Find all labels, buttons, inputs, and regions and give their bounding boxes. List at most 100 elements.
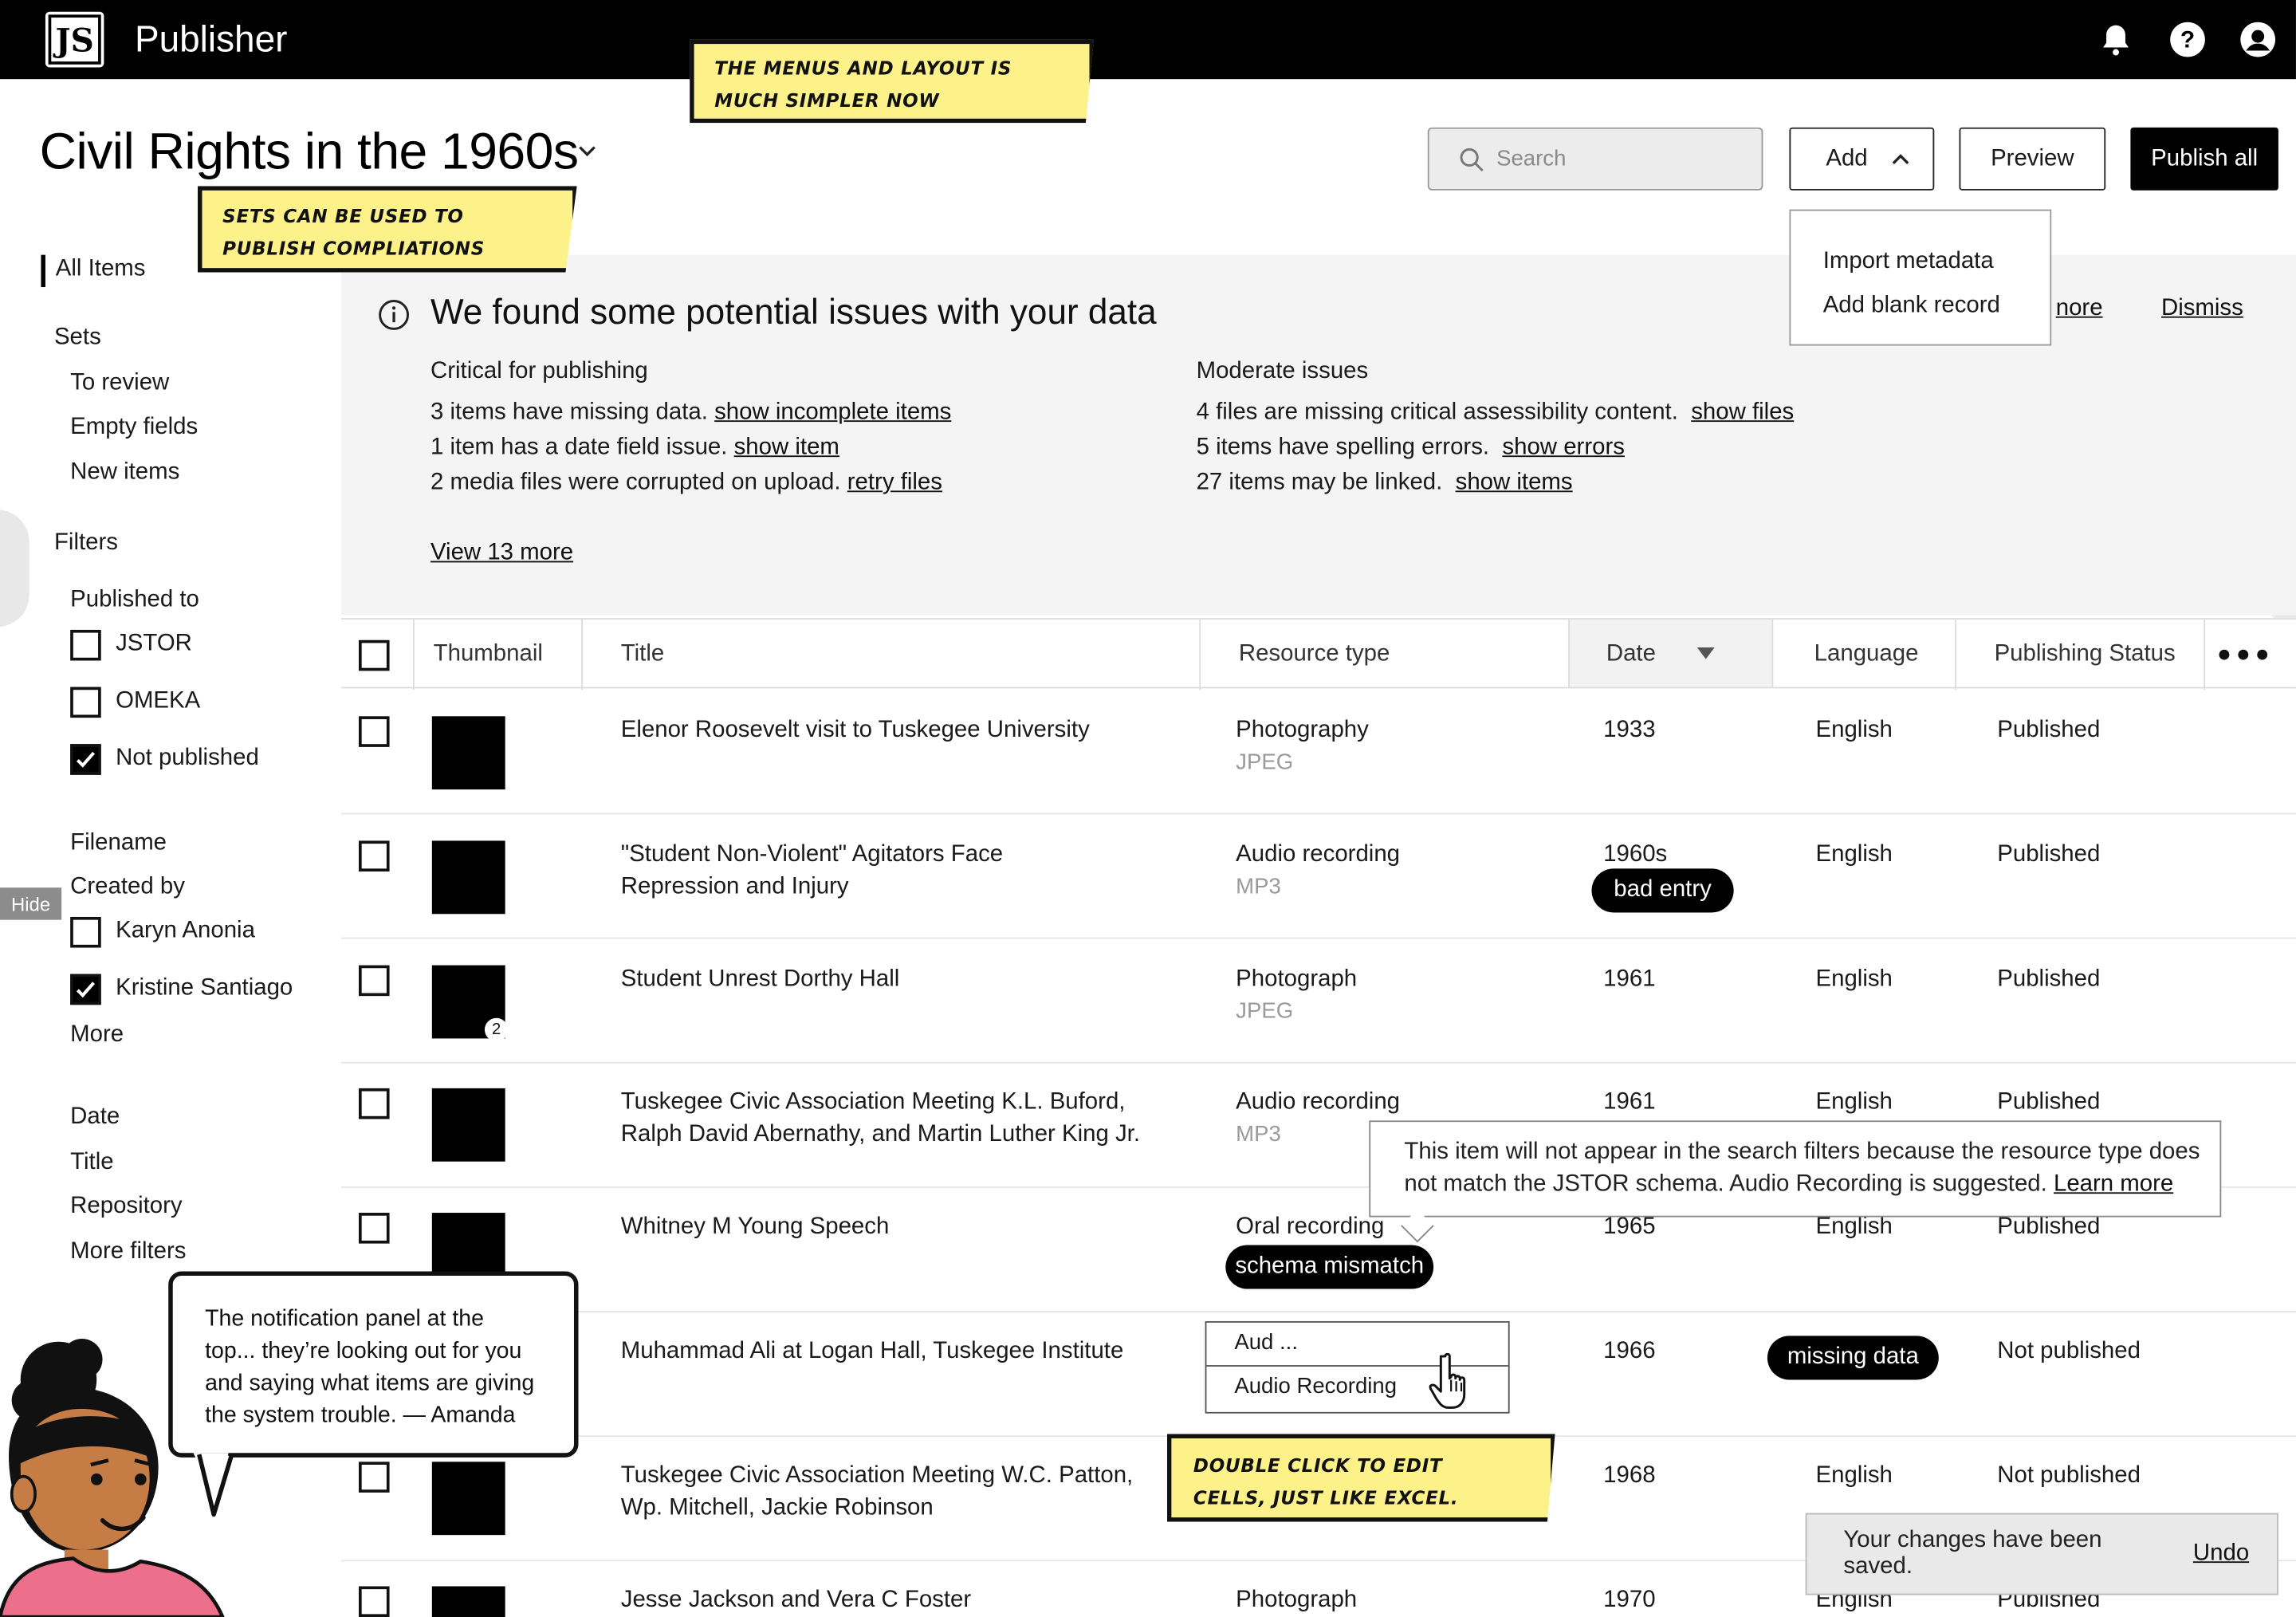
show-item-link[interactable]: show item [734, 435, 839, 460]
row-date[interactable]: 1966 [1603, 1336, 1655, 1367]
row-resource-type[interactable]: Photograph [1236, 964, 1357, 996]
undo-link[interactable]: Undo [2193, 1541, 2249, 1568]
row-checkbox[interactable] [358, 1088, 390, 1119]
column-title[interactable]: Title [621, 620, 664, 690]
left-edge-handle[interactable] [0, 509, 29, 628]
row-title[interactable]: Tuskegee Civic Association Meeting K.L. … [621, 1087, 1126, 1119]
column-date[interactable]: Date [1606, 620, 1656, 690]
select-all-checkbox[interactable] [358, 639, 390, 671]
show-items-link[interactable]: show items [1456, 470, 1573, 495]
account-icon[interactable] [2239, 21, 2277, 59]
not-published-checkbox[interactable] [70, 744, 101, 775]
row-status[interactable]: Not published [1997, 1460, 2141, 1492]
column-resource-type[interactable]: Resource type [1239, 620, 1390, 690]
preview-button[interactable]: Preview [1959, 127, 2106, 191]
retry-files-link[interactable]: retry files [847, 470, 942, 495]
hide-sidebar-button[interactable]: Hide [0, 887, 62, 920]
row-date[interactable]: 1970 [1603, 1585, 1655, 1617]
row-language[interactable]: English [1816, 1087, 1893, 1119]
row-status[interactable]: Published [1997, 964, 2100, 996]
sidebar-item-all-items[interactable]: All Items [41, 254, 145, 288]
row-status[interactable]: Not published [1997, 1336, 2141, 1367]
page-title[interactable]: Civil Rights in the 1960s [40, 120, 579, 185]
karyn-checkbox[interactable] [70, 916, 101, 948]
row-checkbox[interactable] [358, 840, 390, 872]
sort-down-icon[interactable] [1696, 647, 1715, 661]
row-resource-type[interactable]: Photograph [1236, 1585, 1357, 1617]
set-empty-fields[interactable]: Empty fields [70, 415, 198, 441]
row-resource-type[interactable]: Audio recording [1236, 1087, 1400, 1119]
bell-icon[interactable] [2097, 21, 2135, 59]
missing-data-badge[interactable]: missing data [1767, 1336, 1939, 1380]
column-thumbnail[interactable]: Thumbnail [434, 620, 543, 690]
row-checkbox[interactable] [358, 1586, 390, 1617]
search-input[interactable]: Search [1427, 127, 1763, 191]
row-date[interactable]: 1968 [1603, 1460, 1655, 1492]
table-row[interactable]: "Student Non-Violent" Agitators Face Rep… [340, 814, 2296, 939]
row-language[interactable]: English [1816, 1460, 1893, 1492]
row-checkbox[interactable] [358, 965, 390, 997]
row-title-line2[interactable]: Ralph David Abernathy, and Martin Luther… [621, 1119, 1140, 1151]
show-incomplete-items-link[interactable]: show incomplete items [714, 400, 951, 425]
row-title[interactable]: Student Unrest Dorthy Hall [621, 964, 900, 996]
row-title[interactable]: Tuskegee Civic Association Meeting W.C. … [621, 1460, 1133, 1492]
table-row[interactable]: Elenor Roosevelt visit to Tuskegee Unive… [340, 690, 2296, 815]
more-creators-link[interactable]: More [70, 1022, 124, 1048]
omeka-checkbox[interactable] [70, 687, 101, 718]
view-more-link[interactable]: View 13 more [431, 536, 573, 571]
row-resource-type[interactable]: Oral recording [1236, 1211, 1384, 1243]
logo[interactable]: JS [45, 11, 104, 68]
thumbnail[interactable] [431, 716, 505, 790]
row-language[interactable]: English [1816, 964, 1893, 996]
menu-item-import-metadata[interactable]: Import metadata [1823, 240, 2050, 284]
row-title-line2[interactable]: Wp. Mitchell, Jackie Robinson [621, 1493, 934, 1525]
row-date[interactable]: 1961 [1603, 1087, 1655, 1119]
filename-filter[interactable]: Filename [70, 831, 167, 857]
help-icon[interactable]: ? [2168, 21, 2207, 59]
thumbnail[interactable] [431, 1088, 505, 1162]
date-filter[interactable]: Date [70, 1104, 120, 1131]
row-title[interactable]: Whitney M Young Speech [621, 1211, 890, 1243]
set-new-items[interactable]: New items [70, 460, 179, 486]
show-files-link[interactable]: show files [1691, 400, 1794, 425]
row-title-line2[interactable]: Repression and Injury [621, 871, 849, 903]
more-filters-link[interactable]: More filters [70, 1239, 186, 1265]
row-date[interactable]: 1933 [1603, 714, 1655, 746]
row-status[interactable]: Published [1997, 714, 2100, 746]
title-filter[interactable]: Title [70, 1150, 113, 1176]
row-title[interactable]: "Student Non-Violent" Agitators Face [621, 840, 1003, 871]
show-errors-link[interactable]: show errors [1502, 435, 1625, 460]
row-date[interactable]: 1960s [1603, 840, 1667, 871]
dismiss-link[interactable]: Dismiss [2161, 292, 2243, 327]
publish-all-button[interactable]: Publish all [2130, 127, 2278, 191]
row-checkbox[interactable] [358, 716, 390, 747]
row-title[interactable]: Jesse Jackson and Vera C Foster [621, 1585, 971, 1617]
column-publishing-status[interactable]: Publishing Status [1995, 620, 2176, 690]
row-status[interactable]: Published [1997, 1087, 2100, 1119]
row-checkbox[interactable] [358, 1213, 390, 1244]
see-more-link[interactable]: nore [2056, 292, 2103, 327]
schema-mismatch-badge[interactable]: schema mismatch [1225, 1245, 1434, 1289]
thumbnail[interactable] [431, 840, 505, 915]
more-options-icon[interactable] [2217, 647, 2270, 662]
repository-filter[interactable]: Repository [70, 1194, 182, 1220]
jstor-checkbox[interactable] [70, 629, 101, 661]
learn-more-link[interactable]: Learn more [2054, 1172, 2173, 1197]
add-button[interactable]: Add [1789, 127, 1935, 191]
row-resource-type[interactable]: Photography [1236, 714, 1369, 746]
menu-item-add-blank-record[interactable]: Add blank record [1823, 284, 2050, 328]
row-checkbox[interactable] [358, 1462, 390, 1493]
column-language[interactable]: Language [1814, 620, 1919, 690]
thumbnail[interactable] [431, 1462, 505, 1536]
table-row[interactable]: 2 Student Unrest Dorthy Hall Photograph … [340, 939, 2296, 1064]
row-status[interactable]: Published [1997, 840, 2100, 871]
row-language[interactable]: English [1816, 714, 1893, 746]
row-language[interactable]: English [1816, 840, 1893, 871]
row-resource-type[interactable]: Audio recording [1236, 840, 1400, 871]
bad-entry-badge[interactable]: bad entry [1591, 868, 1734, 913]
thumbnail[interactable] [431, 1586, 505, 1617]
row-title[interactable]: Muhammad Ali at Logan Hall, Tuskegee Ins… [621, 1336, 1124, 1367]
chevron-down-icon[interactable] [577, 140, 598, 161]
kristine-checkbox[interactable] [70, 974, 101, 1005]
row-date[interactable]: 1961 [1603, 964, 1655, 996]
